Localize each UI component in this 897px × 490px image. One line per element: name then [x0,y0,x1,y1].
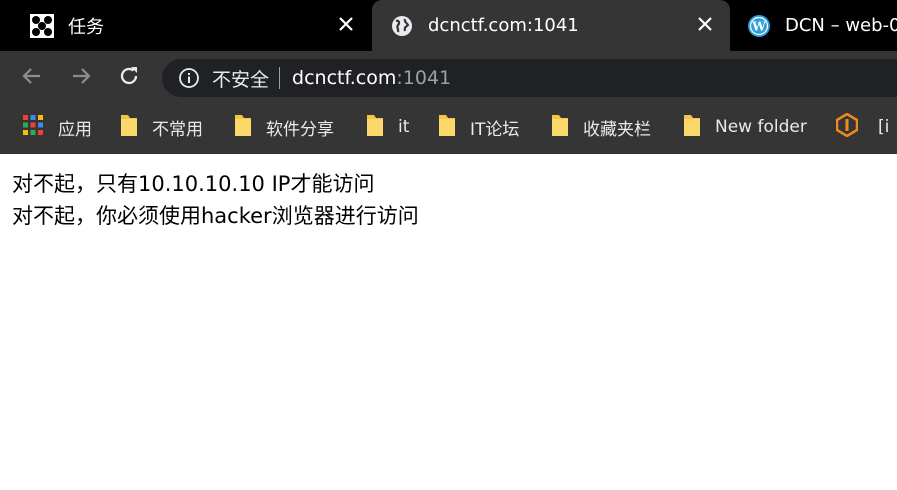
folder-icon [438,113,456,142]
bookmark-folder-favorites[interactable]: 收藏夹栏 [551,114,651,140]
message-line-ip: 对不起，只有10.10.10.10 IP才能访问 [12,172,375,196]
folder-icon [366,113,384,142]
wordpress-icon: W [747,14,771,38]
bookmark-folder-itluntan[interactable]: IT论坛 [438,114,519,140]
bookmark-label: [i [878,117,890,137]
bookmark-label: New folder [715,117,807,137]
dots-logo-icon [30,13,54,38]
tab-title: 任务 [68,16,104,38]
orange-logo-icon [835,112,859,142]
reload-button[interactable] [117,64,141,88]
forward-button[interactable] [69,64,93,88]
bookmark-label: 应用 [58,119,92,140]
bookmark-label: IT论坛 [470,119,520,140]
page-content: 对不起，只有10.10.10.10 IP才能访问 对不起，你必须使用hacker… [0,154,897,490]
tab-title: dcnctf.com:1041 [428,15,579,36]
bookmark-label: it [398,117,410,137]
divider [279,67,281,89]
apps-grid-icon [22,114,44,141]
svg-text:W: W [751,19,766,33]
tab-title: DCN – web-0 [785,15,897,36]
bookmark-folder-it[interactable]: it [366,114,409,140]
bookmark-folder-ruanjian[interactable]: 软件分享 [234,114,334,140]
url-port[interactable]: :1041 [396,67,451,89]
globe-icon [390,14,414,38]
url-host[interactable]: dcnctf.com [292,67,396,89]
bookmark-folder-buchangyong[interactable]: 不常用 [120,114,203,140]
folder-icon [234,113,252,142]
address-bar[interactable]: 不安全 dcnctf.com :1041 [162,59,897,97]
tab-strip: 任务 dcnctf.com:1041 W DCN – web-0 [0,0,897,51]
close-tab-icon[interactable] [336,14,356,38]
bookmark-apps[interactable]: 应用 [22,114,92,140]
tab-dcn-web[interactable]: W DCN – web-0 [732,0,897,51]
browser-toolbar: 不安全 dcnctf.com :1041 [0,51,897,101]
folder-icon [551,113,569,142]
bookmark-label: 不常用 [152,119,203,140]
back-button[interactable] [20,64,44,88]
folder-icon [683,113,701,142]
bookmarks-bar: 应用 不常用 软件分享 it IT论坛 收藏夹栏 New folder [i [0,101,897,154]
bookmark-label: 收藏夹栏 [583,119,651,140]
folder-icon [120,113,138,142]
close-tab-icon[interactable] [694,13,716,35]
security-label[interactable]: 不安全 [212,65,269,92]
info-icon[interactable] [178,67,200,89]
bookmark-site-i[interactable]: [i [835,112,890,142]
message-line-browser: 对不起，你必须使用hacker浏览器进行访问 [12,204,419,228]
tab-dcnctf[interactable]: dcnctf.com:1041 [372,0,730,51]
bookmark-label: 软件分享 [266,119,334,140]
tab-tasks[interactable]: 任务 [0,0,370,51]
bookmark-folder-new[interactable]: New folder [683,114,807,140]
